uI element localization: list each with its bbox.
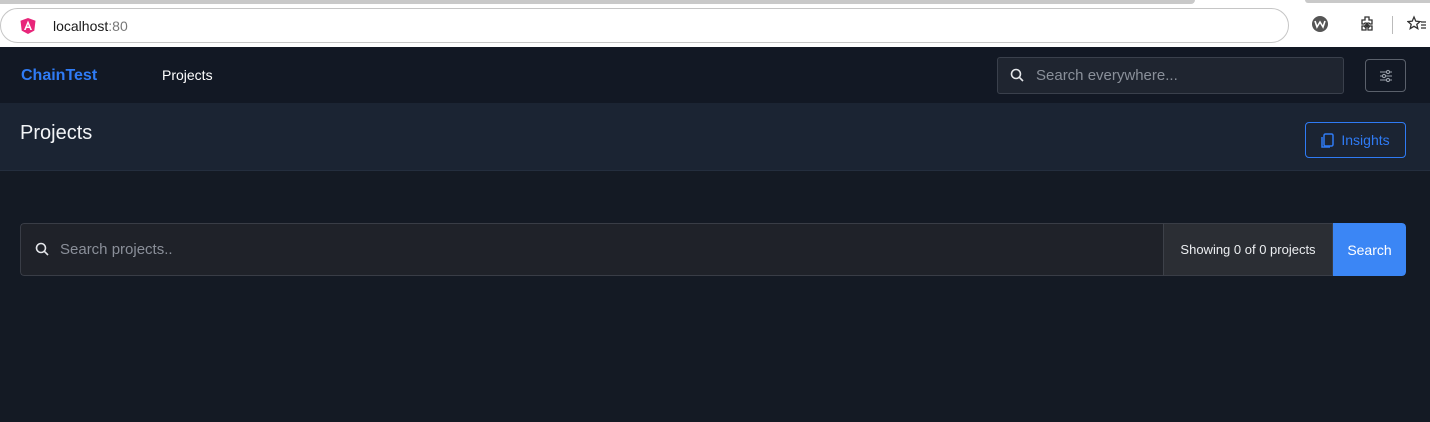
browser-tab-strip <box>0 0 1195 4</box>
url-text[interactable]: localhost:80 <box>53 18 128 34</box>
brand-logo[interactable]: ChainTest <box>21 67 97 85</box>
page-title: Projects <box>20 122 93 144</box>
address-bar[interactable]: localhost:80 <box>0 8 1289 43</box>
global-search-input[interactable] <box>1036 58 1336 93</box>
project-search-field[interactable] <box>20 223 1163 276</box>
sliders-icon <box>1379 69 1392 82</box>
nav-link-projects[interactable]: Projects <box>162 67 213 83</box>
browser-toolbar: localhost:80 <box>0 0 1430 47</box>
page-header: Projects Insights <box>0 103 1430 171</box>
project-count: Showing 0 of 0 projects <box>1163 223 1333 276</box>
profile-icon[interactable] <box>1310 14 1330 34</box>
copy-icon <box>1321 132 1335 148</box>
search-button[interactable]: Search <box>1333 223 1406 276</box>
favorites-icon[interactable] <box>1407 14 1427 34</box>
project-search-bar: Showing 0 of 0 projects Search <box>20 223 1406 276</box>
settings-button[interactable] <box>1365 59 1406 92</box>
toolbar-divider <box>1392 16 1393 34</box>
insights-button[interactable]: Insights <box>1305 122 1406 158</box>
project-search-input[interactable] <box>60 224 1150 275</box>
global-search[interactable] <box>997 57 1344 94</box>
search-icon <box>1010 68 1024 82</box>
top-navbar: ChainTest Projects <box>0 47 1430 103</box>
angular-site-icon <box>20 18 36 34</box>
extensions-icon[interactable] <box>1357 14 1377 34</box>
search-icon <box>35 242 49 256</box>
browser-tab-strip-right <box>1305 0 1430 3</box>
insights-label: Insights <box>1341 132 1390 148</box>
